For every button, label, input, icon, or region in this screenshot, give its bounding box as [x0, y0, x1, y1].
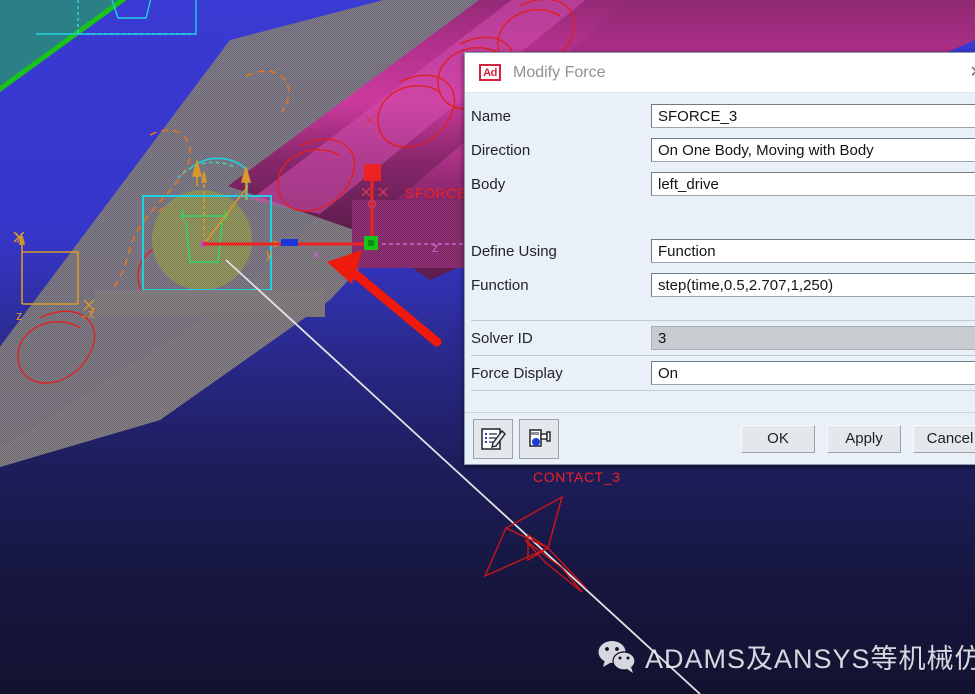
sforce-label: SFORCE [405, 185, 467, 201]
cancel-button[interactable]: Cancel [913, 424, 975, 453]
label-force-display: Force Display [471, 364, 563, 382]
row-name: Name SFORCE_3 [465, 99, 975, 133]
label-function: Function [471, 276, 529, 294]
row-force-display: Force Display On [465, 356, 975, 390]
dialog-titlebar[interactable]: Ad Modify Force ✕ [465, 53, 975, 93]
force-arrow-head [364, 164, 381, 181]
apply-button[interactable]: Apply [827, 424, 901, 453]
force-display-select[interactable]: On [651, 361, 975, 385]
solver-id-value: 3 [651, 326, 975, 350]
row-function: Function step(time,0.5,2.707,1,250) [465, 268, 975, 302]
row-define-using: Define Using Function [465, 234, 975, 268]
blue-marker-bar [281, 239, 298, 246]
watermark-text: ADAMS及ANSYS等机械仿真 [645, 644, 975, 674]
label-solver-id: Solver ID [471, 329, 533, 347]
row-solver-id: Solver ID 3 [465, 321, 975, 355]
marker-glyph-x: x [313, 246, 321, 261]
row-direction: Direction On One Body, Moving with Body [465, 133, 975, 167]
ok-button[interactable]: OK [741, 424, 815, 453]
axis-glyph-z: z [16, 308, 24, 323]
axis-glyph-x: x [88, 306, 96, 321]
row-body: Body left_drive [465, 167, 975, 201]
direction-input[interactable]: On One Body, Moving with Body [651, 138, 975, 162]
marker-glyph-z: z [432, 240, 440, 255]
dialog-body: Name SFORCE_3 Direction On One Body, Mov… [465, 93, 975, 391]
dialog-button-bar: OK Apply Cancel [465, 412, 975, 464]
function-input[interactable]: step(time,0.5,2.707,1,250) [651, 273, 975, 297]
force-measure-icon[interactable] [519, 418, 559, 459]
watermark: ADAMS及ANSYS等机械仿真 [597, 637, 975, 676]
axis-glyph-y: y [16, 228, 24, 243]
screenshot-root: SFORCE CONTACT_3 x y z x y z Ad Modify F… [0, 0, 975, 694]
wechat-icon [598, 640, 636, 673]
piston-head [152, 190, 252, 290]
label-direction: Direction [471, 141, 531, 159]
dialog-action-buttons: OK Apply Cancel [729, 424, 975, 453]
edit-note-icon[interactable] [473, 418, 513, 459]
body-input[interactable]: left_drive [651, 172, 975, 196]
label-name: Name [471, 107, 512, 125]
dialog-title: Modify Force [513, 63, 606, 81]
name-input[interactable]: SFORCE_3 [651, 104, 975, 128]
label-body: Body [471, 175, 506, 193]
green-square-marker [364, 236, 378, 250]
marker-glyph-y: y [266, 246, 274, 261]
contact3-label: CONTACT_3 [533, 469, 621, 485]
close-icon[interactable]: ✕ [968, 64, 975, 81]
modify-force-dialog[interactable]: Ad Modify Force ✕ Name SFORCE_3 Directio… [464, 52, 975, 465]
divider-bottom [471, 390, 975, 391]
label-define-using: Define Using [471, 242, 557, 260]
define-using-select[interactable]: Function [651, 239, 975, 263]
adams-ad-icon: Ad [479, 64, 501, 81]
